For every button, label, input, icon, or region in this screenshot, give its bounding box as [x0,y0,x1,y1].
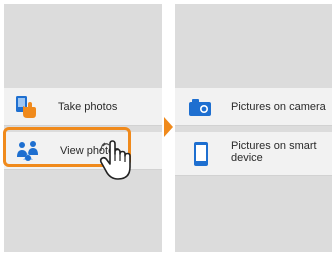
right-menu-panel: Pictures on camera Pictures on smart dev… [175,4,332,252]
smart-device-icon [194,142,208,166]
menu-item-pictures-on-camera[interactable]: Pictures on camera [175,88,332,126]
tap-hand-icon [99,140,131,180]
pictures-on-camera-label: Pictures on camera [231,101,326,113]
menu-item-take-photos[interactable]: Take photos [4,88,162,126]
pictures-on-smart-device-label: Pictures on smart device [231,140,317,164]
take-photos-icon [16,96,36,118]
take-photos-label: Take photos [58,101,118,113]
arrow-right-icon [164,117,173,137]
camera-icon [189,99,211,116]
menu-item-pictures-on-smart-device[interactable]: Pictures on smart device [175,132,332,176]
